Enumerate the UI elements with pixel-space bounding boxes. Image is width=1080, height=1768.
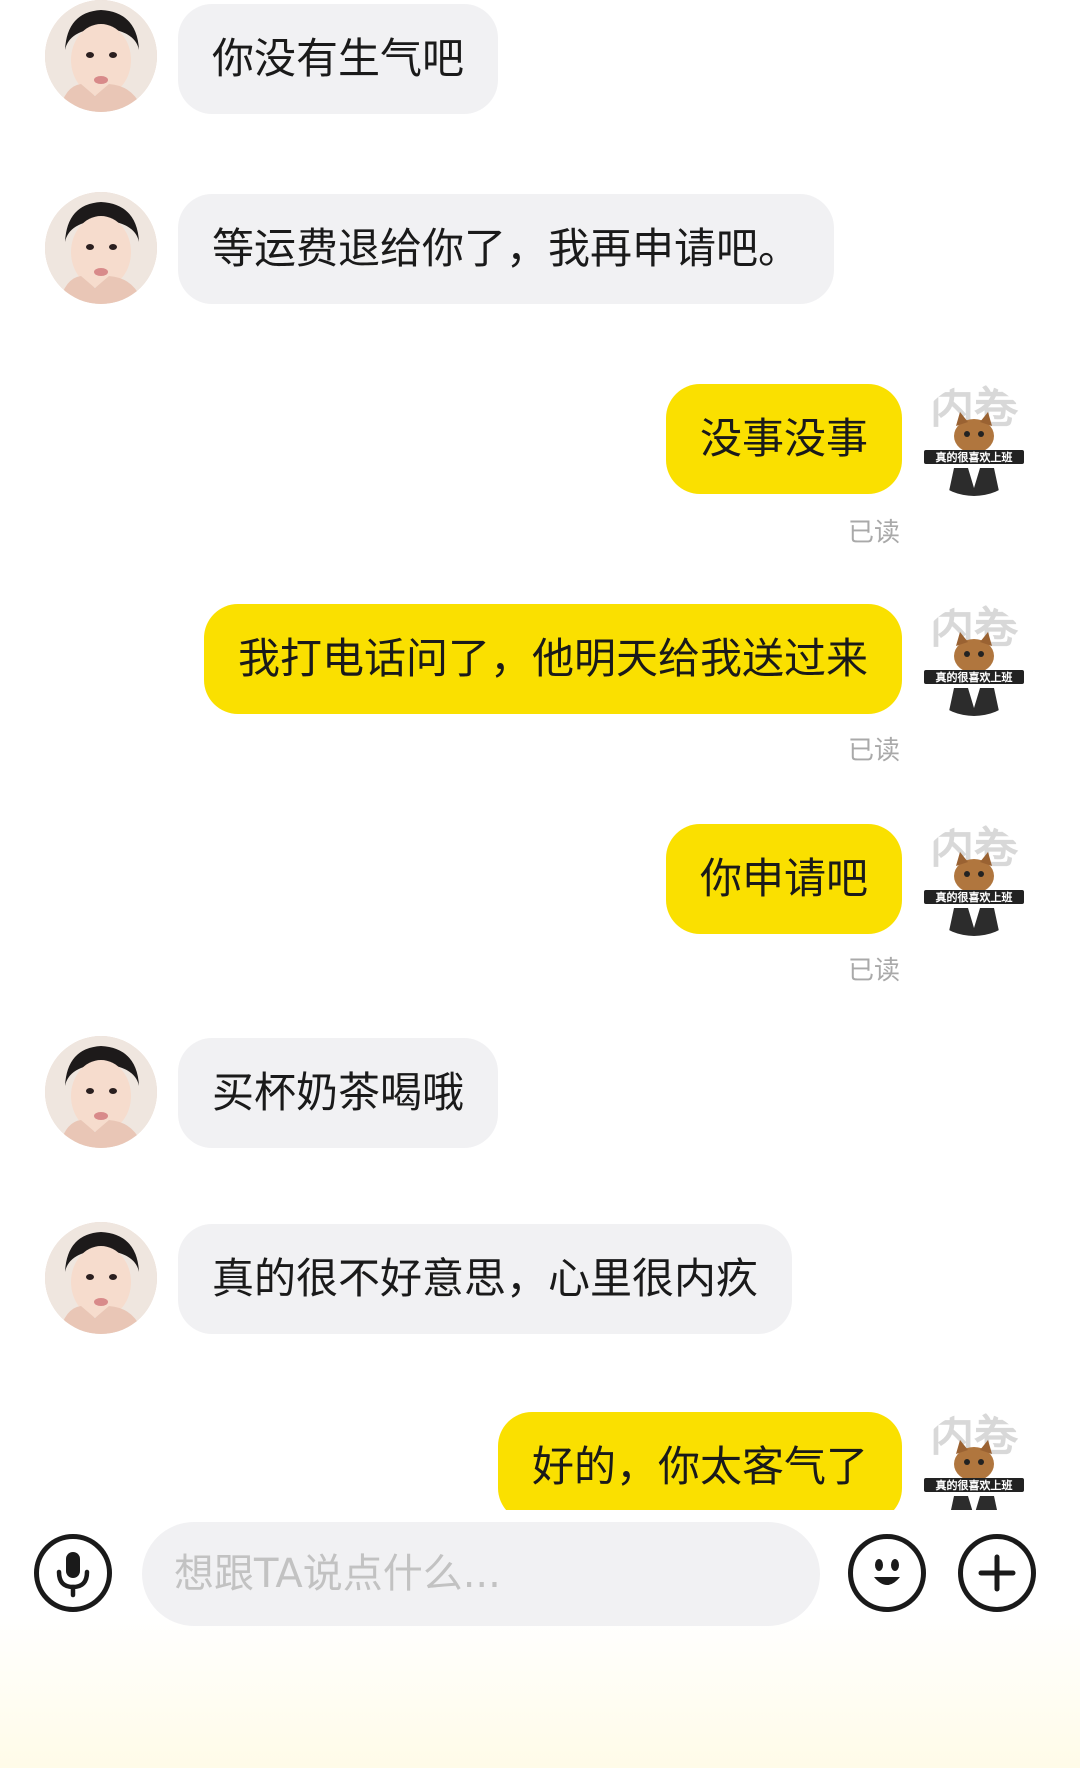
read-status: 已读 <box>847 518 900 548</box>
message-input[interactable]: 想跟TA说点什么... <box>142 1522 820 1626</box>
emoji-icon <box>874 1559 900 1585</box>
contact-avatar[interactable] <box>45 192 157 304</box>
self-avatar[interactable]: 内卷 真的很喜欢上班 <box>918 604 1030 716</box>
self-avatar[interactable]: 内卷 真的很喜欢上班 <box>918 1412 1030 1510</box>
contact-avatar[interactable] <box>45 1222 157 1334</box>
contact-avatar[interactable] <box>45 1036 157 1148</box>
svg-text:真的很喜欢上班: 真的很喜欢上班 <box>936 1478 1013 1492</box>
message-bubble-outgoing[interactable]: 我打电话问了，他明天给我送过来 <box>203 604 902 714</box>
message-bubble-incoming[interactable]: 等运费退给你了，我再申请吧。 <box>178 194 835 304</box>
microphone-icon <box>56 1552 90 1598</box>
more-button[interactable] <box>958 1534 1036 1612</box>
svg-text:真的很喜欢上班: 真的很喜欢上班 <box>936 670 1013 684</box>
message-bubble-outgoing[interactable]: 好的，你太客气了 <box>497 1412 902 1510</box>
message-bubble-outgoing[interactable]: 你申请吧 <box>665 824 902 934</box>
chat-message-list[interactable]: 你没有生气吧 等运费退给你了，我再申请吧。 没事没事 内卷 真的很喜欢上班 已读 … <box>0 0 1080 1510</box>
message-bubble-incoming[interactable]: 你没有生气吧 <box>178 4 499 114</box>
emoji-button[interactable] <box>848 1534 926 1612</box>
self-avatar[interactable]: 内卷 真的很喜欢上班 <box>918 824 1030 936</box>
read-status: 已读 <box>847 736 900 766</box>
svg-text:真的很喜欢上班: 真的很喜欢上班 <box>936 450 1013 464</box>
contact-avatar[interactable] <box>45 0 157 112</box>
message-bubble-incoming[interactable]: 真的很不好意思，心里很内疚 <box>178 1224 793 1334</box>
read-status: 已读 <box>847 956 900 986</box>
message-input-bar: 想跟TA说点什么... <box>0 1510 1080 1768</box>
message-bubble-incoming[interactable]: 买杯奶茶喝哦 <box>178 1038 499 1148</box>
plus-icon <box>978 1554 1016 1592</box>
svg-text:真的很喜欢上班: 真的很喜欢上班 <box>936 890 1013 904</box>
self-avatar[interactable]: 内卷 真的很喜欢上班 <box>918 384 1030 496</box>
message-bubble-outgoing[interactable]: 没事没事 <box>665 384 902 494</box>
voice-button[interactable] <box>34 1534 112 1612</box>
